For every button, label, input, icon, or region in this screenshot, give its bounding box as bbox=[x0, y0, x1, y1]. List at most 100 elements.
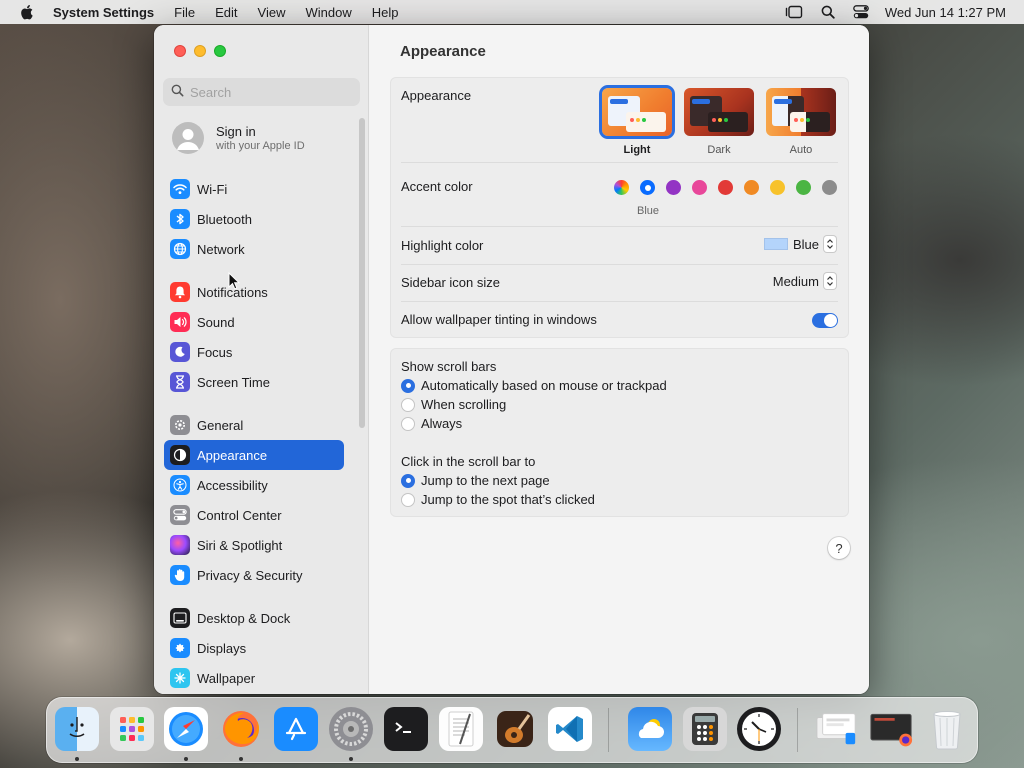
sidebar-item-screen-time[interactable]: Screen Time bbox=[164, 367, 344, 397]
highlight-color-popup[interactable]: Blue bbox=[763, 236, 836, 252]
scroll-bar-settings-group: Show scroll bars Automatically based on … bbox=[390, 348, 849, 517]
safari-icon[interactable] bbox=[164, 707, 208, 751]
sidebar-item-focus[interactable]: Focus bbox=[164, 337, 344, 367]
radio-label: Always bbox=[421, 416, 463, 431]
scroll-bars-option-automatic[interactable]: Automatically based on mouse or trackpad bbox=[401, 378, 667, 393]
calculator-icon[interactable] bbox=[683, 707, 727, 751]
accent-pink-swatch[interactable] bbox=[692, 180, 707, 195]
close-window-button[interactable] bbox=[174, 45, 186, 57]
sidebar-item-wifi[interactable]: Wi-Fi bbox=[164, 174, 344, 204]
sidebar-item-wallpaper[interactable]: Wallpaper bbox=[164, 663, 344, 693]
vscode-icon[interactable] bbox=[548, 707, 592, 751]
menu-help[interactable]: Help bbox=[372, 5, 399, 20]
click-scroll-bar-label: Click in the scroll bar to bbox=[401, 454, 536, 469]
sidebar-item-label: Bluetooth bbox=[197, 211, 252, 227]
system-settings-icon[interactable] bbox=[329, 707, 373, 751]
sidebar-item-label: Displays bbox=[197, 640, 247, 656]
dock-icon bbox=[170, 608, 190, 628]
accent-red-swatch[interactable] bbox=[718, 180, 733, 195]
radio-button[interactable] bbox=[401, 397, 415, 412]
sidebar-item-siri-spotlight[interactable]: Siri & Spotlight bbox=[164, 530, 344, 560]
sidebar-item-label: Sound bbox=[197, 314, 235, 330]
zoom-window-button[interactable] bbox=[214, 45, 226, 57]
recent-window-icon[interactable] bbox=[869, 707, 913, 751]
menubar-clock[interactable]: Wed Jun 14 1:27 PM bbox=[885, 5, 1006, 20]
sidebar-item-label: General bbox=[197, 417, 244, 433]
sidebar-item-general[interactable]: General bbox=[164, 410, 344, 440]
gear-icon bbox=[170, 415, 190, 435]
accent-multicolor-swatch[interactable] bbox=[614, 180, 629, 195]
bluetooth-icon bbox=[170, 209, 190, 229]
divider bbox=[401, 264, 838, 265]
search-input[interactable] bbox=[190, 84, 350, 100]
menu-file[interactable]: File bbox=[174, 5, 195, 20]
sidebar-icon-size-popup[interactable]: Medium bbox=[773, 273, 836, 289]
hand-icon bbox=[170, 565, 190, 585]
trash-icon[interactable] bbox=[925, 707, 969, 751]
sidebar-item-accessibility[interactable]: Accessibility bbox=[164, 470, 344, 500]
sidebar-item-label: Wi-Fi bbox=[197, 181, 228, 197]
sidebar-item-appearance[interactable]: Appearance bbox=[164, 440, 344, 470]
radio-label: Jump to the next page bbox=[421, 473, 550, 488]
textedit-icon[interactable] bbox=[439, 707, 483, 751]
sidebar-item-notifications[interactable]: Notifications bbox=[164, 277, 344, 307]
menu-edit[interactable]: Edit bbox=[215, 5, 237, 20]
theme-caption-dark: Dark bbox=[707, 144, 731, 156]
wallpaper-tinting-toggle[interactable] bbox=[812, 313, 838, 328]
search-field[interactable] bbox=[163, 78, 360, 106]
bell-icon bbox=[170, 282, 190, 302]
accent-purple-swatch[interactable] bbox=[666, 180, 681, 195]
radio-button-selected[interactable] bbox=[401, 378, 415, 393]
scroll-bars-option-always[interactable]: Always bbox=[401, 416, 462, 431]
theme-option-dark[interactable]: Dark bbox=[683, 88, 755, 156]
downloads-stack-icon[interactable] bbox=[815, 707, 859, 751]
control-center-menu-icon[interactable] bbox=[852, 5, 869, 19]
accent-yellow-swatch[interactable] bbox=[770, 180, 785, 195]
running-indicator bbox=[75, 757, 79, 761]
click-option-next-page[interactable]: Jump to the next page bbox=[401, 473, 550, 488]
theme-option-light[interactable]: Light bbox=[599, 85, 675, 156]
accent-graphite-swatch[interactable] bbox=[822, 180, 837, 195]
apple-menu-icon[interactable] bbox=[19, 4, 35, 20]
radio-button[interactable] bbox=[401, 416, 415, 431]
theme-caption-auto: Auto bbox=[789, 144, 813, 156]
theme-option-auto[interactable]: Auto bbox=[765, 88, 837, 156]
accent-blue-swatch[interactable] bbox=[640, 180, 655, 195]
running-indicator bbox=[184, 757, 188, 761]
garageband-icon[interactable] bbox=[493, 707, 537, 751]
terminal-icon[interactable] bbox=[384, 707, 428, 751]
accent-orange-swatch[interactable] bbox=[744, 180, 759, 195]
spotlight-search-icon[interactable] bbox=[821, 5, 835, 19]
menu-app-name[interactable]: System Settings bbox=[53, 5, 154, 20]
minimize-window-button[interactable] bbox=[194, 45, 206, 57]
radio-button[interactable] bbox=[401, 492, 415, 507]
sidebar-item-control-center[interactable]: Control Center bbox=[164, 500, 344, 530]
firefox-icon[interactable] bbox=[219, 707, 263, 751]
sidebar-item-desktop-dock[interactable]: Desktop & Dock bbox=[164, 603, 344, 633]
sidebar-item-privacy-security[interactable]: Privacy & Security bbox=[164, 560, 344, 590]
weather-icon[interactable] bbox=[628, 707, 672, 751]
launchpad-icon[interactable] bbox=[110, 707, 154, 751]
sidebar-item-displays[interactable]: Displays bbox=[164, 633, 344, 663]
menu-bar: System Settings File Edit View Window He… bbox=[0, 0, 1024, 24]
menu-window[interactable]: Window bbox=[305, 5, 351, 20]
help-button[interactable]: ? bbox=[828, 537, 850, 559]
finder-icon[interactable] bbox=[55, 707, 99, 751]
click-option-spot-clicked[interactable]: Jump to the spot that’s clicked bbox=[401, 492, 595, 507]
radio-button-selected[interactable] bbox=[401, 473, 415, 488]
sidebar-item-label: Control Center bbox=[197, 507, 282, 523]
stage-manager-icon[interactable] bbox=[785, 5, 803, 19]
scroll-bars-option-when-scrolling[interactable]: When scrolling bbox=[401, 397, 506, 412]
sidebar-scrollbar[interactable] bbox=[359, 118, 365, 428]
appearance-settings-group: Appearance Light Dark Auto Accent color … bbox=[390, 77, 849, 338]
menu-view[interactable]: View bbox=[258, 5, 286, 20]
sidebar-item-network[interactable]: Network bbox=[164, 234, 344, 264]
sidebar-item-bluetooth[interactable]: Bluetooth bbox=[164, 204, 344, 234]
app-store-icon[interactable] bbox=[274, 707, 318, 751]
chevron-updown-icon bbox=[824, 273, 836, 289]
clock-icon[interactable] bbox=[737, 707, 781, 751]
accent-green-swatch[interactable] bbox=[796, 180, 811, 195]
search-icon bbox=[171, 84, 184, 100]
sidebar-item-sound[interactable]: Sound bbox=[164, 307, 344, 337]
apple-id-signin[interactable]: Sign in with your Apple ID bbox=[172, 122, 305, 154]
